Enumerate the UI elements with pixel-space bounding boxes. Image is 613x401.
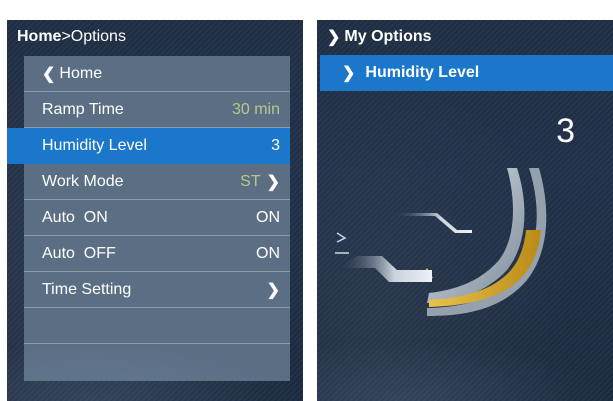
- breadcrumb-home[interactable]: Home: [17, 28, 61, 46]
- menu-item-label: Ramp Time: [42, 100, 124, 118]
- menu-item-label: Auto OFF: [42, 244, 116, 262]
- menu-item-ramp-time[interactable]: Ramp Time 30 min: [24, 92, 290, 128]
- menu-item-empty: [24, 308, 290, 344]
- auto-off-value: ON: [256, 244, 280, 262]
- hose-lower-icon: [337, 256, 432, 282]
- menu-item-time-setting[interactable]: Time Setting ❯: [24, 272, 290, 308]
- menu-item-label: Home: [59, 64, 103, 82]
- menu-item-home[interactable]: ❮ Home: [24, 56, 290, 92]
- airflow-icon: [336, 232, 347, 243]
- breadcrumb: Home >Options: [7, 20, 303, 54]
- floral-background: [7, 341, 303, 401]
- menu-item-humidity-level[interactable]: Humidity Level 3: [7, 128, 290, 164]
- menu-item-auto-off[interactable]: Auto OFF ON: [24, 236, 290, 272]
- ramp-time-value: 30 min: [231, 100, 280, 118]
- chevron-right-icon: ❯: [266, 173, 280, 191]
- menu-item-label: Humidity Level: [42, 137, 147, 154]
- menu-item-auto-on[interactable]: Auto ON ON: [24, 200, 290, 236]
- menu-item-work-mode[interactable]: Work Mode ST ❯: [24, 164, 290, 200]
- menu-item-label: Auto ON: [42, 208, 108, 226]
- auto-on-value: ON: [256, 208, 280, 226]
- menu-item-label: Time Setting: [42, 280, 132, 298]
- chevron-right-icon: ❯: [266, 281, 280, 299]
- breadcrumb-options: >Options: [61, 28, 126, 45]
- menu-item-label: Work Mode: [42, 172, 124, 190]
- chevron-left-icon: ❮: [42, 65, 56, 83]
- floral-background: [317, 341, 613, 401]
- work-mode-value: ST: [240, 172, 261, 190]
- options-screen: Home >Options ❮ Home Ramp Time 30 min Hu…: [7, 20, 303, 401]
- hose-upper-icon: [392, 213, 472, 233]
- humidity-level-value: 3: [271, 137, 280, 154]
- humidity-screen: ❯ My Options ❯ Humidity Level 3: [317, 20, 613, 401]
